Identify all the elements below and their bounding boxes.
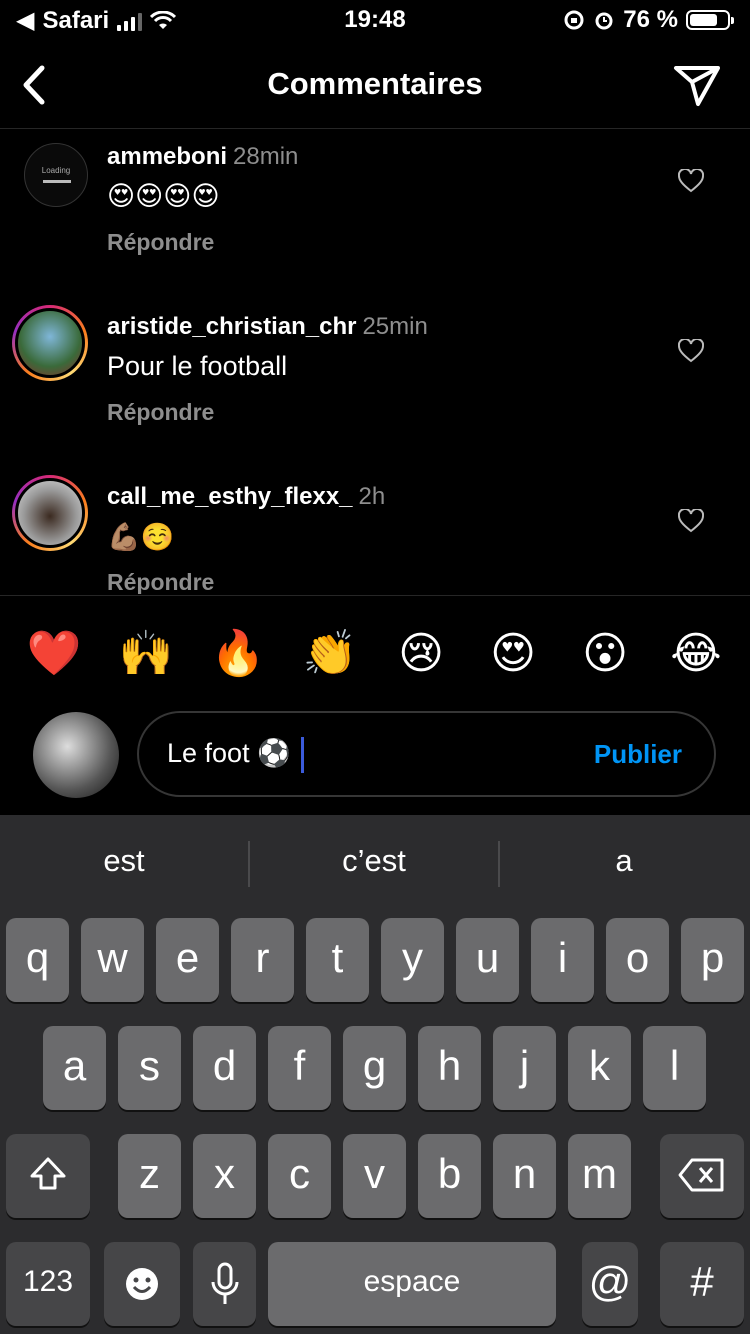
text-caret [300, 737, 304, 773]
key-w[interactable]: w [81, 918, 144, 1002]
backspace-icon [678, 1158, 724, 1192]
comment-time: 25min [362, 313, 428, 340]
key-d[interactable]: d [193, 1026, 256, 1110]
avatar[interactable] [12, 305, 88, 381]
key-h[interactable]: h [418, 1026, 481, 1110]
status-bar: ◀ Safari 19:48 76 % [0, 0, 750, 40]
key-o[interactable]: o [606, 918, 669, 1002]
key-p[interactable]: p [681, 918, 744, 1002]
heart-icon[interactable] [678, 509, 704, 533]
battery-icon [686, 10, 734, 30]
page-title: Commentaires [267, 66, 483, 101]
comment-item: Loading ammeboni 28min 😍😍😍😍 Répondre [0, 137, 750, 307]
quick-reactions: ❤️ 🙌 🔥 👏 😢 😍 😮 😂 [0, 595, 750, 706]
key-n[interactable]: n [493, 1134, 556, 1218]
reaction-cry-button[interactable]: 😢 [391, 624, 451, 684]
reaction-clap-button[interactable]: 👏 [300, 624, 360, 684]
key-g[interactable]: g [343, 1026, 406, 1110]
key-b[interactable]: b [418, 1134, 481, 1218]
key-c[interactable]: c [268, 1134, 331, 1218]
key-x[interactable]: x [193, 1134, 256, 1218]
comment-username[interactable]: aristide_christian_chr [107, 313, 356, 340]
reaction-heart-button[interactable]: ❤️ [24, 624, 84, 684]
send-icon[interactable] [672, 62, 722, 108]
header: Commentaires [0, 40, 750, 129]
suggestion-item[interactable]: c’est [250, 843, 498, 879]
comment-item: aristide_christian_chr 25min Pour le foot… [0, 305, 750, 477]
space-key[interactable]: espace [268, 1242, 556, 1326]
key-u[interactable]: u [456, 918, 519, 1002]
key-r[interactable]: r [231, 918, 294, 1002]
key-k[interactable]: k [568, 1026, 631, 1110]
key-t[interactable]: t [306, 918, 369, 1002]
comments-list[interactable]: Loading ammeboni 28min 😍😍😍😍 Répondre aris… [0, 129, 750, 594]
battery-percent: 76 % [623, 6, 678, 33]
key-v[interactable]: v [343, 1134, 406, 1218]
comment-username[interactable]: ammeboni [107, 143, 227, 170]
suggestion-bar: est c’est a [0, 815, 750, 915]
microphone-icon [211, 1262, 238, 1304]
reaction-laugh-button[interactable]: 😂 [666, 624, 726, 684]
heart-icon[interactable] [678, 169, 704, 193]
comment-time: 28min [233, 143, 299, 170]
loading-bar [43, 180, 71, 183]
key-z[interactable]: z [118, 1134, 181, 1218]
backspace-key[interactable] [660, 1134, 744, 1218]
shift-key[interactable] [6, 1134, 90, 1218]
reaction-fire-button[interactable]: 🔥 [208, 624, 268, 684]
key-l[interactable]: l [643, 1026, 706, 1110]
comment-username[interactable]: call_me_esthy_flexx_ [107, 483, 353, 510]
key-f[interactable]: f [268, 1026, 331, 1110]
key-e[interactable]: e [156, 918, 219, 1002]
key-j[interactable]: j [493, 1026, 556, 1110]
comment-text: Pour le football [107, 351, 288, 381]
shift-icon [30, 1157, 66, 1190]
dictation-key[interactable] [193, 1242, 256, 1326]
reaction-surprised-button[interactable]: 😮 [575, 624, 635, 684]
key-a[interactable]: a [43, 1026, 106, 1110]
reply-button[interactable]: Répondre [107, 229, 214, 256]
comment-composer: Le foot ⚽️ Publier [0, 706, 750, 816]
comment-text: 😍😍😍😍 [107, 181, 220, 211]
comment-text: 💪🏽☺️ [107, 522, 175, 552]
reply-button[interactable]: Répondre [107, 569, 214, 594]
key-s[interactable]: s [118, 1026, 181, 1110]
keyboard: est c’est a q w e r t y u i o p a s d f … [0, 815, 750, 1334]
alarm-icon [595, 12, 613, 30]
avatar-loading-text: Loading [41, 166, 71, 175]
key-i[interactable]: i [531, 918, 594, 1002]
emoji-key[interactable] [104, 1242, 180, 1326]
rotation-lock-icon [564, 10, 584, 30]
suggestion-item[interactable]: est [0, 843, 248, 879]
reaction-heart-eyes-button[interactable]: 😍 [483, 624, 543, 684]
hash-key[interactable]: # [660, 1242, 744, 1326]
numbers-key[interactable]: 123 [6, 1242, 90, 1326]
my-avatar [33, 712, 119, 798]
publish-button[interactable]: Publier [594, 739, 682, 770]
key-q[interactable]: q [6, 918, 69, 1002]
heart-icon[interactable] [678, 339, 704, 363]
suggestion-item[interactable]: a [500, 843, 748, 879]
comment-input-value: Le foot ⚽️ [167, 738, 291, 769]
at-key[interactable]: @ [582, 1242, 638, 1326]
comment-time: 2h [358, 483, 386, 510]
avatar[interactable] [12, 475, 88, 551]
comment-item: call_me_esthy_flexx_ 2h 💪🏽☺️ Répondre [0, 475, 750, 594]
avatar[interactable]: Loading [24, 143, 88, 207]
emoji-icon [126, 1268, 158, 1300]
reaction-raised-hands-button[interactable]: 🙌 [116, 624, 176, 684]
comment-input[interactable]: Le foot ⚽️ Publier [137, 711, 716, 797]
key-m[interactable]: m [568, 1134, 631, 1218]
reply-button[interactable]: Répondre [107, 399, 214, 426]
key-y[interactable]: y [381, 918, 444, 1002]
